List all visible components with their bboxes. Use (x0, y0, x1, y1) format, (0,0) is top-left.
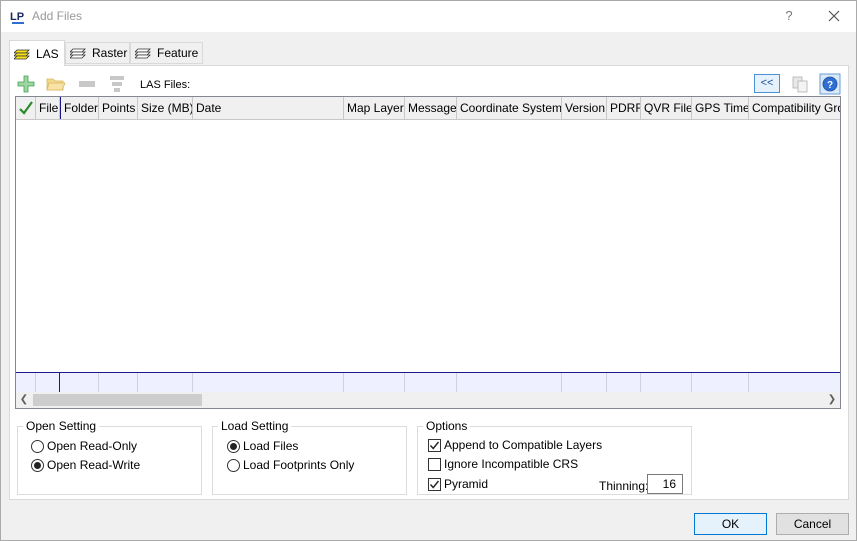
copy-icon (792, 76, 808, 93)
tab-label: Raster (92, 46, 128, 60)
checkbox-label: Pyramid (444, 477, 489, 491)
column-message[interactable]: Message (405, 97, 457, 119)
close-button[interactable] (820, 5, 848, 27)
add-files-dialog: LP Add Files ? LAS Raster Feature LAS Fi… (0, 0, 857, 541)
cancel-button[interactable]: Cancel (776, 513, 849, 535)
open-read-only-radio[interactable]: Open Read-Only (31, 439, 137, 453)
feature-layers-icon (135, 48, 151, 59)
grid-summary-row (16, 372, 840, 392)
ok-button[interactable]: OK (694, 513, 767, 535)
title-bar: LP Add Files ? (1, 1, 856, 32)
open-read-write-radio[interactable]: Open Read-Write (31, 458, 140, 472)
filter-icon (110, 76, 124, 92)
horizontal-scrollbar[interactable]: ❮ ❯ (16, 392, 840, 408)
radio-label: Load Footprints Only (243, 458, 355, 472)
close-icon (828, 10, 840, 22)
column-folder[interactable]: Folder (60, 97, 99, 119)
load-setting-legend: Load Setting (221, 419, 289, 433)
filter-button[interactable] (106, 73, 128, 95)
info-icon: ? (819, 73, 841, 95)
las-files-label: LAS Files: (140, 79, 191, 91)
column-qvr-file[interactable]: QVR File (641, 97, 692, 119)
scroll-right-icon[interactable]: ❯ (824, 392, 840, 408)
remove-file-button[interactable] (76, 73, 98, 95)
column-gps-time[interactable]: GPS Time (692, 97, 749, 119)
open-setting-legend: Open Setting (26, 419, 97, 433)
checkmark-icon (429, 441, 440, 450)
tab-las[interactable]: LAS (9, 40, 65, 66)
tab-label: LAS (36, 46, 59, 61)
scroll-left-icon[interactable]: ❮ (16, 392, 32, 408)
window-title: Add Files (32, 9, 83, 23)
radio-label: Open Read-Only (47, 439, 138, 453)
ignore-incompatible-crs-checkbox[interactable]: Ignore Incompatible CRS (428, 457, 578, 471)
tab-feature[interactable]: Feature (130, 42, 203, 64)
thinning-label: Thinning: (599, 479, 649, 493)
raster-layers-icon (70, 48, 86, 59)
column-points[interactable]: Points (99, 97, 138, 119)
checkbox-label: Ignore Incompatible CRS (444, 457, 579, 471)
collapse-button[interactable]: << (754, 74, 780, 93)
las-files-grid[interactable]: File Folder Points Size (MB) Date Map La… (15, 96, 841, 409)
column-file[interactable]: File (36, 97, 60, 119)
checkmark-icon (429, 480, 440, 489)
column-map-layer[interactable]: Map Layer (344, 97, 405, 119)
load-files-radio[interactable]: Load Files (227, 439, 298, 453)
load-setting-group: Load Setting (212, 419, 407, 495)
open-folder-button[interactable] (45, 73, 67, 95)
select-all-column[interactable] (16, 97, 36, 119)
svg-text:LP: LP (10, 11, 24, 23)
radio-label: Load Files (243, 439, 299, 453)
append-compatible-layers-checkbox[interactable]: Append to Compatible Layers (428, 438, 602, 452)
info-button[interactable]: ? (819, 73, 841, 95)
add-icon (17, 75, 35, 93)
column-pdrf[interactable]: PDRF (607, 97, 641, 119)
las-layers-icon (14, 49, 30, 59)
copy-button[interactable] (789, 74, 811, 94)
tab-label: Feature (157, 46, 199, 60)
column-coordinate-system[interactable]: Coordinate System (457, 97, 562, 119)
scrollbar-thumb[interactable] (33, 394, 202, 406)
grid-header: File Folder Points Size (MB) Date Map La… (16, 97, 840, 120)
column-size[interactable]: Size (MB) (138, 97, 193, 119)
open-folder-icon (46, 78, 66, 91)
open-setting-group: Open Setting (17, 419, 202, 495)
remove-icon (79, 81, 95, 87)
add-file-button[interactable] (15, 73, 37, 95)
help-button[interactable]: ? (777, 5, 801, 27)
checkbox-label: Append to Compatible Layers (444, 438, 603, 452)
options-legend: Options (426, 419, 468, 433)
checkmark-icon (19, 101, 33, 115)
pyramid-checkbox[interactable]: Pyramid (428, 477, 488, 491)
svg-text:?: ? (827, 80, 833, 91)
radio-label: Open Read-Write (47, 458, 141, 472)
thinning-input[interactable]: 16 (647, 474, 683, 494)
tab-raster[interactable]: Raster (65, 42, 130, 64)
column-date[interactable]: Date (193, 97, 344, 119)
load-footprints-only-radio[interactable]: Load Footprints Only (227, 458, 354, 472)
lp-icon: LP (10, 11, 24, 24)
column-compatibility-group[interactable]: Compatibility Gro (749, 97, 840, 119)
column-version[interactable]: Version (562, 97, 607, 119)
